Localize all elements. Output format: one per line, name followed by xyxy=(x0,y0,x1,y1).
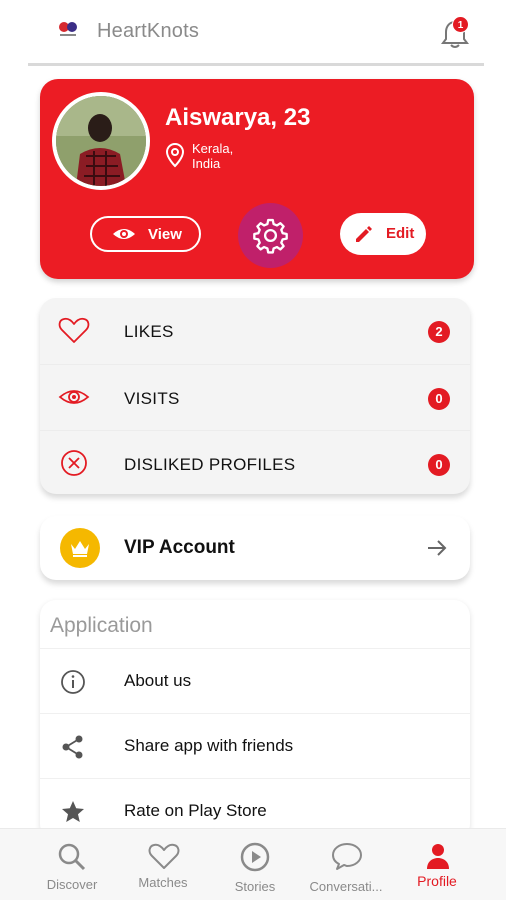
nav-conversations[interactable]: Conversati... xyxy=(304,829,388,900)
info-icon xyxy=(61,670,85,694)
stat-row-disliked[interactable]: DISLIKED PROFILES 0 xyxy=(40,430,470,494)
about-us-item[interactable]: About us xyxy=(40,648,470,712)
about-us-label: About us xyxy=(124,671,192,690)
gear-icon xyxy=(253,218,288,254)
vip-badge xyxy=(60,528,100,568)
stat-label-likes: LIKES xyxy=(124,322,174,341)
edit-profile-button[interactable]: Edit xyxy=(340,213,426,255)
stat-row-likes[interactable]: LIKES 2 xyxy=(40,298,470,363)
header-divider xyxy=(28,63,484,66)
search-icon xyxy=(58,843,86,871)
profile-name: Aiswarya, 23 xyxy=(165,104,311,131)
avatar-photo xyxy=(56,96,146,186)
profile-card: Aiswarya, 23 Kerala, India View Edit xyxy=(40,79,474,279)
application-heading: Application xyxy=(50,614,153,637)
share-app-label: Share app with friends xyxy=(124,736,294,755)
stat-label-disliked: DISLIKED PROFILES xyxy=(124,455,296,474)
stat-label-visits: VISITS xyxy=(124,389,180,408)
nav-matches-label: Matches xyxy=(138,875,188,890)
rate-play-store-label: Rate on Play Store xyxy=(124,801,267,820)
settings-button[interactable] xyxy=(238,203,303,268)
share-app-item[interactable]: Share app with friends xyxy=(40,713,470,777)
likes-count-badge: 2 xyxy=(428,321,450,343)
play-circle-icon xyxy=(240,842,270,872)
vip-account-label: VIP Account xyxy=(124,537,235,558)
app-title: HeartKnots xyxy=(97,20,200,42)
view-button-label: View xyxy=(148,226,182,243)
person-icon xyxy=(427,844,449,869)
nav-profile[interactable]: Profile xyxy=(404,829,470,900)
visits-count-badge: 0 xyxy=(428,388,450,410)
nav-stories-label: Stories xyxy=(234,879,276,894)
stats-card: LIKES 2 VISITS 0 DISLIKED PROFILES 0 xyxy=(40,298,470,494)
nav-discover-label: Discover xyxy=(46,877,98,892)
vip-account-card[interactable]: VIP Account xyxy=(40,516,470,580)
location-pin-icon xyxy=(165,142,185,168)
arrow-right-icon xyxy=(428,540,447,556)
chat-icon xyxy=(332,843,362,870)
nav-stories[interactable]: Stories xyxy=(218,829,292,900)
app-logo-icon xyxy=(59,22,77,36)
eye-icon xyxy=(113,229,135,239)
profile-location: Kerala, India xyxy=(192,141,234,171)
nav-conversations-label: Conversati... xyxy=(309,879,383,894)
pencil-icon xyxy=(356,226,372,242)
notification-badge: 1 xyxy=(452,16,469,33)
bottom-navigation: Discover Matches Stories Conversati... P… xyxy=(0,828,506,900)
disliked-count-badge: 0 xyxy=(428,454,450,476)
x-circle-icon xyxy=(61,450,87,476)
star-icon xyxy=(62,801,84,822)
view-profile-button[interactable]: View xyxy=(90,216,201,252)
heart-icon xyxy=(58,317,90,343)
nav-discover[interactable]: Discover xyxy=(34,829,110,900)
edit-button-label: Edit xyxy=(386,225,415,242)
eye-icon xyxy=(58,390,90,404)
application-section: Application About us Share app with frie… xyxy=(40,600,470,840)
heart-icon xyxy=(148,843,180,869)
crown-icon xyxy=(71,541,89,557)
nav-profile-label: Profile xyxy=(417,873,457,889)
top-app-bar: HeartKnots 1 xyxy=(0,0,506,64)
avatar[interactable] xyxy=(52,92,150,190)
share-icon xyxy=(62,735,83,759)
nav-matches[interactable]: Matches xyxy=(124,829,202,900)
stat-row-visits[interactable]: VISITS 0 xyxy=(40,364,470,429)
